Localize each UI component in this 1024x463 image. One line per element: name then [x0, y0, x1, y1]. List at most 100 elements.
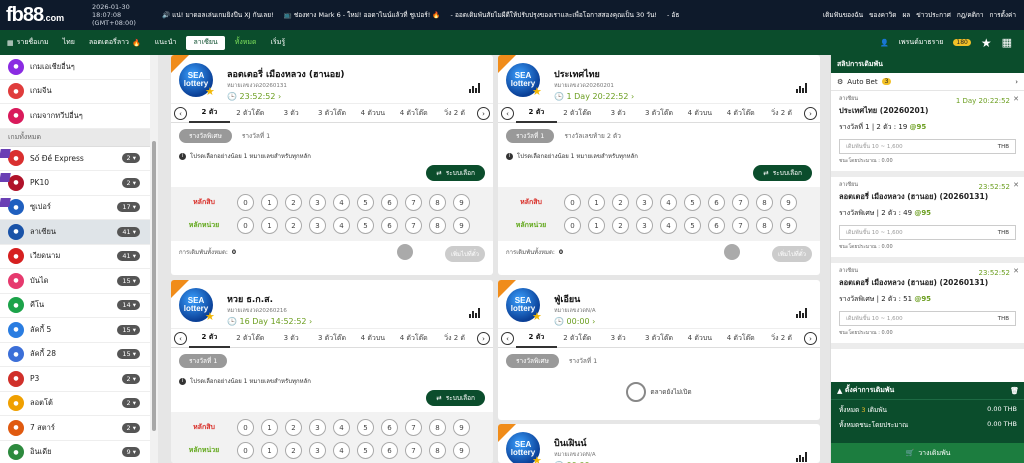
sidebar-item-count[interactable]: 2 ▾: [121, 373, 140, 384]
bet-type-tab[interactable]: วิ่ง 2 ตั: [434, 103, 475, 123]
sidebar-item-count[interactable]: 2 ▾: [121, 153, 140, 164]
number-ball[interactable]: 5: [357, 419, 374, 436]
chart-icon[interactable]: [469, 308, 481, 318]
number-ball[interactable]: 5: [684, 217, 701, 234]
number-ball[interactable]: 2: [285, 217, 302, 234]
sidebar-item-count[interactable]: 2 ▾: [121, 398, 140, 409]
bet-type-tab[interactable]: 4 ตัวบน: [352, 103, 393, 123]
number-ball[interactable]: 7: [405, 442, 422, 459]
nav-game-list[interactable]: ▦ รายชื่อเกม: [0, 30, 56, 55]
number-ball[interactable]: 2: [285, 442, 302, 459]
nav-asean[interactable]: ลาเซียน: [186, 35, 225, 50]
number-ball[interactable]: 4: [660, 194, 677, 211]
sidebar-game-item[interactable]: ● อินเดีย 9 ▾: [0, 441, 158, 463]
chevron-left-icon[interactable]: ‹: [501, 107, 514, 120]
prize-tab-active[interactable]: รางวัลที่ 1: [179, 354, 228, 368]
trash-icon[interactable]: [397, 244, 413, 260]
chevron-right-icon[interactable]: ›: [804, 107, 817, 120]
chart-icon[interactable]: [796, 452, 808, 462]
prize-tab-active[interactable]: รางวัลพิเศษ: [179, 129, 232, 143]
number-ball[interactable]: 4: [333, 194, 350, 211]
number-ball[interactable]: 7: [405, 194, 422, 211]
stake-input[interactable]: เดิมพันขั้น 10 ~ 1,600 THB: [839, 139, 1016, 154]
trash-icon[interactable]: [724, 244, 740, 260]
bet-type-tab[interactable]: 4 ตัวโต๊ด: [720, 103, 761, 123]
sidebar-item-count[interactable]: 9 ▾: [121, 447, 140, 458]
number-ball[interactable]: 2: [612, 194, 629, 211]
grid-icon[interactable]: ▦: [1002, 36, 1012, 49]
number-ball[interactable]: 5: [357, 442, 374, 459]
auto-bet-row[interactable]: ⚙ Auto Bet 3 ›: [831, 73, 1024, 91]
number-ball[interactable]: 1: [261, 217, 278, 234]
sidebar-item-count[interactable]: 17 ▾: [117, 202, 140, 213]
number-ball[interactable]: 1: [588, 194, 605, 211]
number-ball[interactable]: 7: [732, 194, 749, 211]
sidebar-category-item[interactable]: ● เกมจากทวีปอื่นๆ: [0, 104, 158, 129]
prize-tab[interactable]: รางวัลที่ 1: [569, 356, 597, 366]
chevron-left-icon[interactable]: ‹: [501, 332, 514, 345]
link-results[interactable]: ผล: [902, 10, 910, 20]
summary-header[interactable]: ▲ ตั้งค่าการเดิมพัน 🗑: [831, 382, 1024, 400]
number-ball[interactable]: 5: [684, 194, 701, 211]
nav-recommended[interactable]: แนะนำ: [148, 30, 184, 55]
bet-type-tab[interactable]: 3 ตัวโต๊ด: [639, 103, 680, 123]
chevron-right-icon[interactable]: ›: [1015, 78, 1018, 86]
quick-pick-button[interactable]: ⇄ ระบบเลือก: [753, 165, 812, 181]
number-ball[interactable]: 8: [756, 217, 773, 234]
number-ball[interactable]: 5: [357, 194, 374, 211]
favorite-star-icon[interactable]: ★: [532, 454, 542, 463]
bet-type-tab[interactable]: วิ่ง 2 ตั: [434, 328, 475, 348]
prize-tab-active[interactable]: รางวัลพิเศษ: [506, 354, 559, 368]
bet-type-tab[interactable]: 2 ตัวโต๊ด: [557, 103, 598, 123]
sidebar-game-item[interactable]: ● ลอตโต้ 2 ▾: [0, 392, 158, 416]
sidebar-game-item[interactable]: ● ลัคกี้ 28 15 ▾: [0, 343, 158, 367]
bet-type-tab[interactable]: 4 ตัวบน: [679, 103, 720, 123]
number-ball[interactable]: 2: [285, 419, 302, 436]
number-ball[interactable]: 9: [453, 217, 470, 234]
number-ball[interactable]: 0: [237, 442, 254, 459]
chevron-right-icon[interactable]: ›: [477, 107, 490, 120]
number-ball[interactable]: 6: [381, 217, 398, 234]
bet-type-tab[interactable]: 2 ตัว: [516, 103, 557, 123]
nav-lao[interactable]: ลอตเตอรี่ลาว 🔥: [82, 30, 148, 55]
trash-icon[interactable]: 🗑: [1010, 387, 1019, 395]
number-ball[interactable]: 4: [333, 217, 350, 234]
number-ball[interactable]: 9: [453, 419, 470, 436]
favorite-star-icon[interactable]: ★: [205, 310, 215, 323]
favorite-star-icon[interactable]: ★: [532, 310, 542, 323]
prize-tab-active[interactable]: รางวัลที่ 1: [506, 129, 555, 143]
number-ball[interactable]: 3: [309, 442, 326, 459]
link-my-bets[interactable]: เติมฟันของฉัน: [823, 10, 863, 20]
scrollbar-thumb[interactable]: [152, 141, 156, 431]
close-icon[interactable]: ✕: [1013, 95, 1019, 103]
bet-type-tab[interactable]: 4 ตัวโต๊ด: [393, 328, 434, 348]
add-to-ticket-button[interactable]: เพิ่มไปที่ตั๋ว: [771, 246, 812, 262]
number-ball[interactable]: 1: [261, 442, 278, 459]
sidebar-game-item[interactable]: ● P3 2 ▾: [0, 367, 158, 392]
number-ball[interactable]: 1: [588, 217, 605, 234]
number-ball[interactable]: 0: [564, 217, 581, 234]
sidebar-item-count[interactable]: 41 ▾: [117, 226, 140, 237]
number-ball[interactable]: 6: [381, 419, 398, 436]
sidebar-game-item[interactable]: ● ลัคกี้ 5 15 ▾: [0, 318, 158, 343]
sidebar-game-item[interactable]: ● PK10 2 ▾: [0, 171, 158, 196]
number-ball[interactable]: 4: [333, 442, 350, 459]
bet-type-tab[interactable]: 3 ตัว: [598, 103, 639, 123]
bet-type-tab[interactable]: 2 ตัว: [189, 328, 230, 348]
sidebar-game-item[interactable]: ● บันได 15 ▾: [0, 269, 158, 294]
number-ball[interactable]: 6: [381, 194, 398, 211]
number-ball[interactable]: 8: [429, 194, 446, 211]
bet-type-tab[interactable]: 3 ตัวโต๊ด: [312, 328, 353, 348]
number-ball[interactable]: 3: [309, 194, 326, 211]
quick-pick-button[interactable]: ⇄ ระบบเลือก: [426, 165, 485, 181]
quick-pick-button[interactable]: ⇄ ระบบเลือก: [426, 390, 485, 406]
number-ball[interactable]: 4: [660, 217, 677, 234]
sidebar-game-item[interactable]: ● เวียดนาม 41 ▾: [0, 245, 158, 269]
bet-type-tab[interactable]: 3 ตัว: [271, 328, 312, 348]
bet-type-tab[interactable]: 4 ตัวบน: [352, 328, 393, 348]
number-ball[interactable]: 8: [756, 194, 773, 211]
nav-all[interactable]: ทั้งหมด: [228, 30, 264, 55]
number-ball[interactable]: 8: [429, 217, 446, 234]
link-rules[interactable]: กฎ/คติกา: [957, 10, 984, 20]
add-to-ticket-button[interactable]: เพิ่มไปที่ตั๋ว: [444, 246, 485, 262]
